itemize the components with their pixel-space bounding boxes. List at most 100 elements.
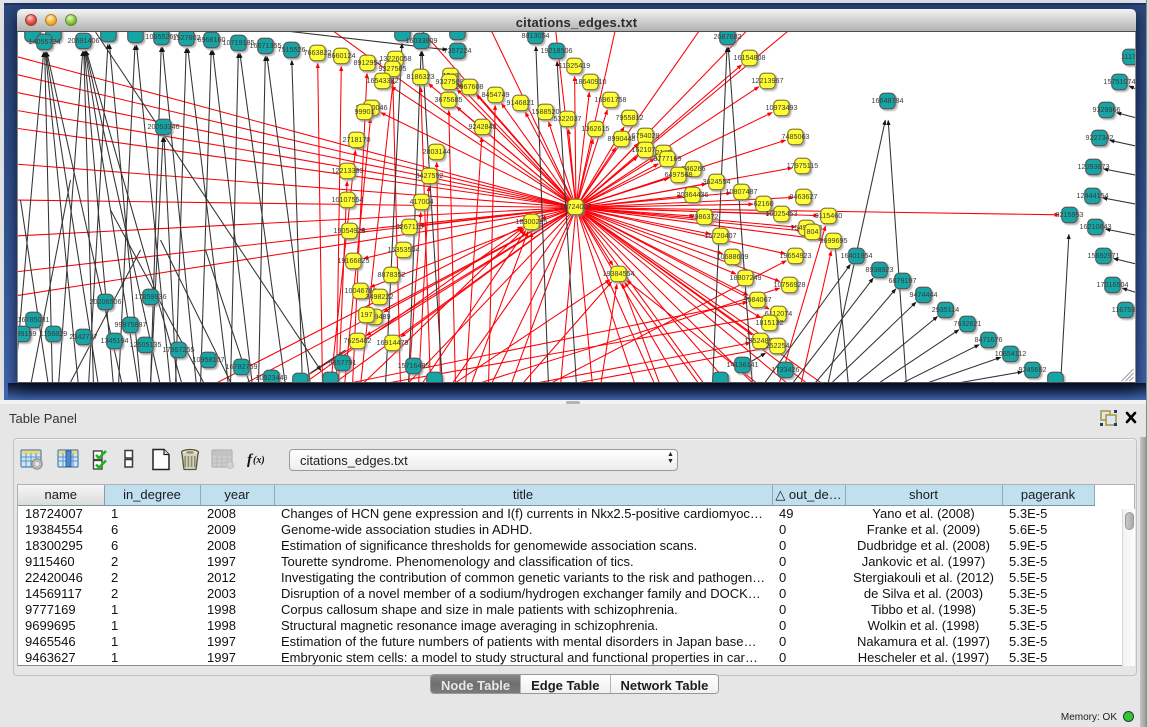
- svg-text:17016504: 17016504: [1097, 280, 1129, 289]
- svg-text:7955812: 7955812: [616, 113, 644, 122]
- svg-text:15692971: 15692971: [1088, 251, 1120, 260]
- svg-text:252254: 252254: [766, 341, 790, 350]
- svg-text:19654923: 19654923: [780, 251, 812, 260]
- svg-text:9777169: 9777169: [654, 154, 682, 163]
- svg-text:16154808: 16154808: [734, 53, 766, 62]
- svg-text:12505135: 12505135: [130, 340, 162, 349]
- svg-text:9245652: 9245652: [1019, 365, 1047, 374]
- svg-text:9115460: 9115460: [815, 211, 842, 220]
- svg-text:9242848: 9242848: [469, 122, 497, 131]
- svg-text:2803144: 2803144: [423, 147, 451, 156]
- svg-text:7625402: 7625402: [344, 336, 372, 345]
- svg-text:99901: 99901: [355, 107, 375, 116]
- svg-text:10973493: 10973493: [766, 103, 798, 112]
- svg-text:7986372: 7986372: [691, 212, 719, 221]
- svg-text:19218506: 19218506: [541, 46, 573, 55]
- svg-text:10807487: 10807487: [726, 187, 758, 196]
- svg-text:8813054: 8813054: [522, 32, 550, 40]
- svg-text:16782759: 16782759: [226, 362, 258, 371]
- svg-text:14055724: 14055724: [29, 37, 61, 46]
- svg-text:1362615: 1362615: [582, 124, 610, 133]
- svg-text:16210643: 16210643: [1080, 222, 1112, 231]
- svg-text:10923448: 10923448: [256, 373, 288, 382]
- svg-text:417004: 417004: [410, 197, 434, 206]
- svg-text:19166825: 19166825: [338, 256, 370, 265]
- svg-text:12213383: 12213383: [332, 166, 364, 175]
- svg-text:3624554: 3624554: [703, 177, 731, 186]
- svg-text:18640910: 18640910: [575, 77, 607, 86]
- svg-text:2087682: 2087682: [714, 32, 742, 41]
- svg-text:9227342: 9227342: [1086, 133, 1114, 142]
- svg-text:16648784: 16648784: [872, 96, 904, 105]
- svg-text:8267110: 8267110: [396, 222, 423, 231]
- svg-text:6497568: 6497568: [665, 170, 693, 179]
- svg-text:9146821: 9146821: [507, 98, 535, 107]
- svg-text:2342737: 2342737: [70, 332, 98, 341]
- svg-text:3498222: 3498222: [366, 292, 394, 301]
- svg-text:8660124: 8660124: [328, 51, 356, 60]
- svg-text:14136141: 14136141: [727, 360, 759, 369]
- svg-text:7632621: 7632621: [954, 319, 982, 328]
- svg-text:18724007: 18724007: [560, 202, 592, 211]
- svg-text:12444154: 12444154: [1077, 191, 1109, 200]
- svg-text:2718170: 2718170: [343, 135, 371, 144]
- svg-text:19384554: 19384554: [603, 269, 635, 278]
- svg-text:9463627: 9463627: [790, 192, 818, 201]
- svg-text:6794028: 6794028: [632, 131, 660, 140]
- svg-text:16033809: 16033809: [406, 36, 438, 45]
- svg-text:8215953: 8215953: [1056, 210, 1084, 219]
- svg-text:10756928: 10756928: [774, 280, 806, 289]
- svg-text:9329966: 9329966: [1093, 105, 1121, 114]
- svg-text:10107554: 10107554: [332, 195, 364, 204]
- svg-text:9474444: 9474444: [910, 290, 938, 299]
- svg-text:16785081: 16785081: [18, 315, 49, 324]
- svg-text:8878352: 8878352: [378, 270, 406, 279]
- svg-text:20206506: 20206506: [90, 297, 122, 306]
- svg-text:15751074: 15751074: [1104, 77, 1136, 86]
- svg-text:15716485: 15716485: [398, 361, 430, 370]
- svg-text:15720407: 15720407: [705, 231, 737, 240]
- svg-text:12093873: 12093873: [1078, 162, 1110, 171]
- svg-text:19054928: 19054928: [334, 226, 366, 235]
- svg-text:7485063: 7485063: [782, 132, 810, 141]
- svg-text:16543382: 16543382: [367, 76, 399, 85]
- svg-text:1156829: 1156829: [40, 329, 67, 338]
- svg-text:1733426: 1733426: [772, 365, 800, 374]
- svg-text:11325419: 11325419: [559, 61, 590, 70]
- svg-text:8912954: 8912954: [354, 58, 382, 67]
- svg-text:8454749: 8454749: [482, 90, 510, 99]
- svg-text:8938923: 8938923: [866, 265, 894, 274]
- svg-text:9657791: 9657791: [329, 358, 357, 367]
- svg-text:99975887: 99975887: [115, 320, 147, 329]
- svg-text:16401954: 16401954: [841, 251, 873, 260]
- svg-text:18300295: 18300295: [516, 217, 548, 226]
- svg-text:62160: 62160: [754, 199, 774, 208]
- svg-text:6879197: 6879197: [889, 276, 917, 285]
- svg-text:17859936: 17859936: [135, 292, 167, 301]
- svg-text:8186323: 8186323: [407, 72, 435, 81]
- svg-text:20364436: 20364436: [677, 190, 709, 199]
- svg-text:9327505: 9327505: [379, 64, 407, 73]
- svg-text:1167533: 1167533: [1112, 305, 1136, 314]
- svg-text:17975115: 17975115: [787, 161, 818, 170]
- svg-text:7357224: 7357224: [444, 46, 472, 55]
- svg-text:5322037: 5322037: [554, 114, 582, 123]
- svg-text:9084067: 9084067: [744, 295, 772, 304]
- svg-text:1815132: 1815132: [756, 318, 784, 327]
- svg-text:1527602: 1527602: [173, 33, 201, 42]
- svg-text:10654112: 10654112: [995, 349, 1026, 358]
- svg-text:10688609: 10688609: [717, 252, 749, 261]
- svg-text:18807249: 18807249: [730, 273, 762, 282]
- svg-text:10958107: 10958107: [193, 355, 225, 364]
- svg-text:20691406: 20691406: [68, 36, 100, 45]
- svg-text:9699695: 9699695: [820, 236, 848, 245]
- svg-text:1345194: 1345194: [101, 336, 129, 345]
- svg-text:197: 197: [361, 310, 373, 319]
- svg-text:2967608: 2967608: [456, 82, 484, 91]
- svg-text:2039159: 2039159: [18, 329, 36, 338]
- svg-text:8427552: 8427552: [416, 171, 444, 180]
- svg-text:7515526: 7515526: [278, 45, 306, 54]
- svg-text:11173: 11173: [1121, 52, 1136, 61]
- svg-text:8471676: 8471676: [975, 335, 1003, 344]
- svg-text:6966160: 6966160: [198, 35, 226, 44]
